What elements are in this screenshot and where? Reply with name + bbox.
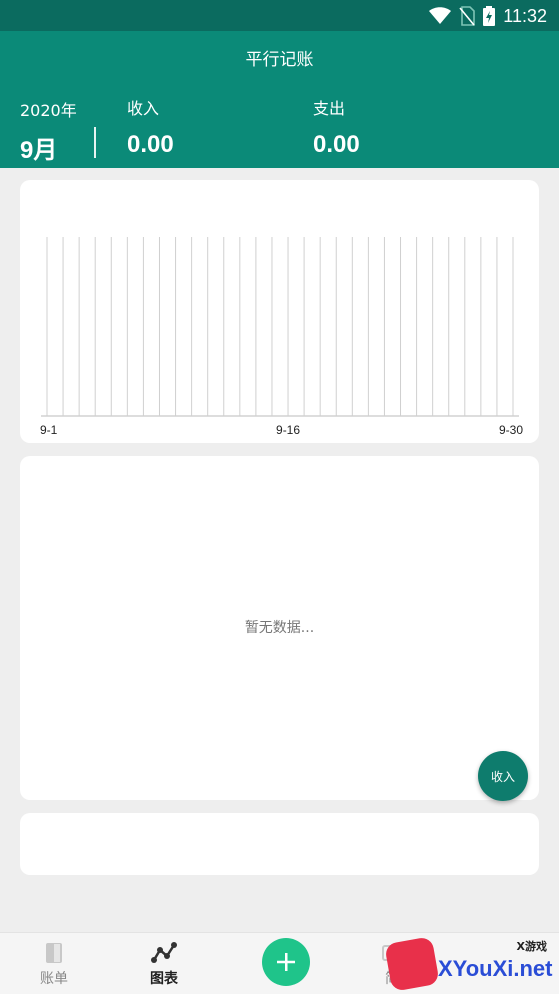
income-label: 收入 [127,99,160,118]
nav-item-charts[interactable]: 图表 [144,933,184,994]
x-tick-label: 9-30 [499,423,523,437]
no-sim-icon [459,6,476,26]
category-list-card: 暂无数据... [20,456,539,800]
watermark-top-text: X游戏 [516,940,547,953]
daily-chart-card: 9-1 9-16 9-30 [20,180,539,443]
line-chart-icon [151,942,177,964]
nav-item-bills[interactable]: 账单 [34,933,74,994]
nav-label-bills: 账单 [40,971,68,987]
watermark-main-text: XYouXi.net [438,956,553,981]
status-time: 11:32 [503,5,547,26]
year-label[interactable]: 2020年 [20,97,77,121]
expense-label: 支出 [313,99,346,118]
app-title: 平行记账 [245,50,314,70]
summary-card [20,813,539,875]
income-total: 0.00 [127,131,174,158]
plus-icon [277,953,295,971]
x-tick-label: 9-16 [276,423,300,437]
watermark-logo [384,936,440,992]
header-divider [94,127,96,158]
empty-state-text: 暂无数据... [244,620,315,636]
battery-charging-icon [483,6,496,26]
status-bar: 11:32 [0,0,559,31]
wifi-icon [429,7,452,24]
book-icon [41,942,67,964]
watermark: X游戏 XYouXi.net [384,936,559,994]
daily-chart: 9-1 9-16 9-30 [40,237,523,437]
status-icons: 11:32 [429,4,547,28]
expense-total: 0.00 [313,131,360,158]
app-header: 平行记账 2020年 9月 收入 0.00 支出 0.00 [0,31,559,168]
nav-label-charts: 图表 [150,971,178,987]
x-tick-label: 9-1 [40,423,58,437]
income-toggle-button[interactable]: 收入 [478,751,528,801]
add-record-button[interactable] [262,938,310,986]
month-selector[interactable]: 9月 [20,130,57,165]
